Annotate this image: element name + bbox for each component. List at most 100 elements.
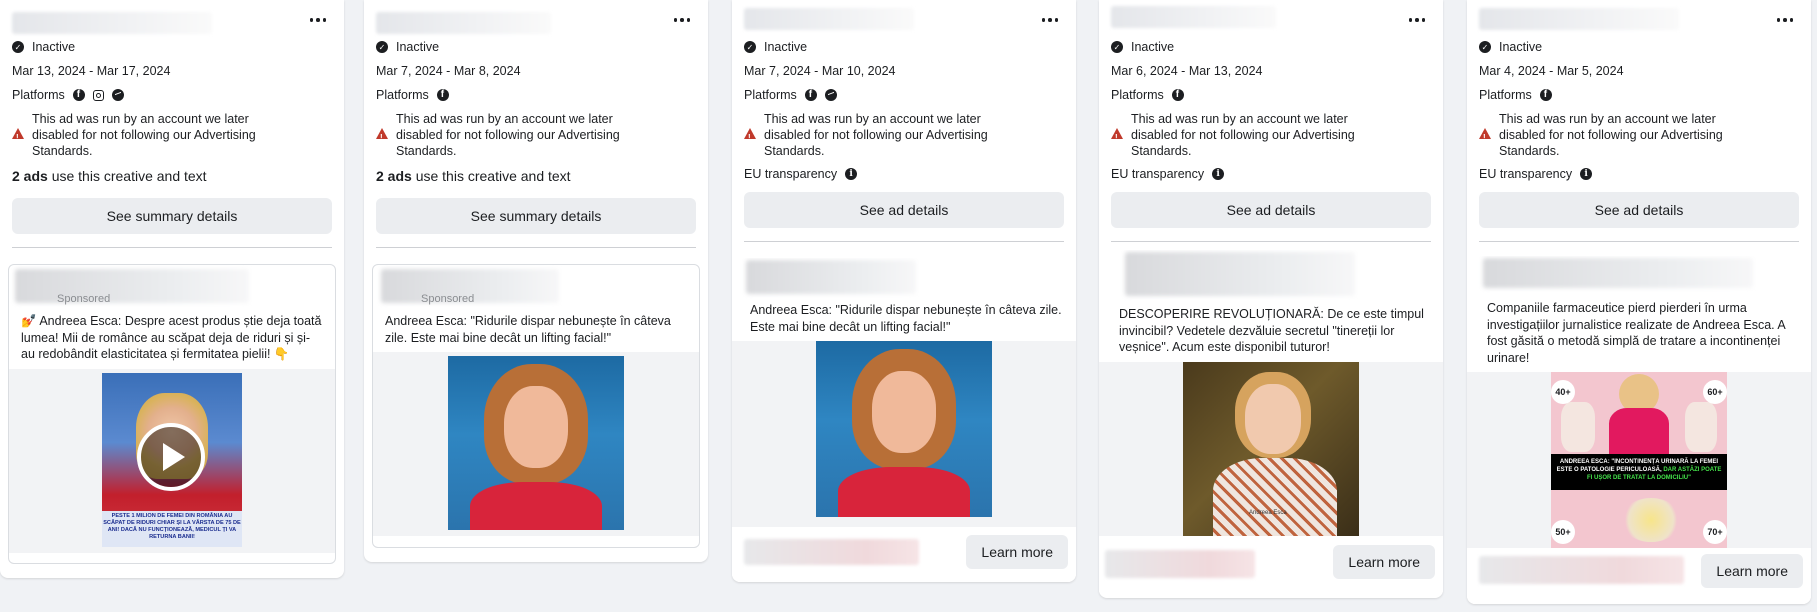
warning-icon xyxy=(376,128,388,146)
status-row: ✓ Inactive xyxy=(1099,38,1443,56)
blurred-page-identity xyxy=(15,269,249,303)
ad-card-2: ✓ Inactive Mar 7, 2024 - Mar 8, 2024 Pla… xyxy=(364,0,708,562)
platforms-row: Platforms xyxy=(364,86,708,104)
eu-transparency-label: EU transparency xyxy=(1479,167,1573,181)
ad-preview: Sponsored 💅 Andreea Esca: Despre acest p… xyxy=(8,264,336,564)
disabled-account-notice: This ad was run by an account we later d… xyxy=(732,111,1076,159)
preview-header: Sponsored xyxy=(9,265,335,305)
blurred-page-identity xyxy=(1483,258,1753,288)
headline-banner: ANDREEA ESCA: "INCONTINENȚA URINARĂ LA F… xyxy=(1551,454,1727,490)
age-badge: 70+ xyxy=(1703,520,1727,544)
divider xyxy=(1479,241,1799,242)
red-top xyxy=(838,467,970,517)
ad-photo[interactable] xyxy=(816,341,992,517)
info-icon[interactable]: i xyxy=(1580,168,1593,180)
patterned-blouse xyxy=(1213,457,1337,536)
facebook-icon xyxy=(1171,89,1184,101)
inactive-icon: ✓ xyxy=(744,41,756,53)
info-icon[interactable]: i xyxy=(1212,168,1225,180)
platforms-label: Platforms xyxy=(1479,88,1532,102)
figure-left xyxy=(1561,402,1595,452)
more-options-button[interactable] xyxy=(1038,10,1062,30)
run-dates: Mar 7, 2024 - Mar 10, 2024 xyxy=(744,64,896,78)
platforms-label: Platforms xyxy=(376,88,429,102)
ad-preview: Sponsored Andreea Esca: "Ridurile dispar… xyxy=(372,264,700,548)
ads-count-text: use this creative and text xyxy=(411,168,571,184)
sponsored-label: Sponsored xyxy=(57,293,111,305)
learn-more-button[interactable]: Learn more xyxy=(966,535,1068,569)
status-row: ✓ Inactive xyxy=(364,38,708,56)
warning-text: This ad was run by an account we later d… xyxy=(32,112,256,158)
photo-caption: Andreea Esca xyxy=(1249,509,1287,516)
ad-media xyxy=(373,352,699,536)
ad-preview: Companiile farmaceutice pierd pierderi î… xyxy=(1467,256,1811,604)
inactive-icon: ✓ xyxy=(1479,41,1491,53)
platforms-label: Platforms xyxy=(1111,88,1164,102)
eu-transparency-row: EU transparency i xyxy=(1099,165,1443,183)
ad-photo[interactable] xyxy=(448,356,624,530)
see-summary-details-button[interactable]: See summary details xyxy=(12,198,332,234)
ad-body-text: DESCOPERIRE REVOLUȚIONARĂ: De ce este ti… xyxy=(1119,307,1424,354)
facebook-icon xyxy=(1539,89,1552,101)
see-summary-details-button[interactable]: See summary details xyxy=(376,198,696,234)
splash-graphic xyxy=(1621,498,1681,542)
play-button[interactable] xyxy=(137,422,205,491)
inactive-icon: ✓ xyxy=(12,41,24,53)
divider xyxy=(744,241,1064,242)
ad-card-4: ✓ Inactive Mar 6, 2024 - Mar 13, 2024 Pl… xyxy=(1099,0,1443,598)
see-ad-details-button[interactable]: See ad details xyxy=(744,192,1064,228)
blurred-advertiser-name xyxy=(1479,8,1679,30)
platforms-row: Platforms xyxy=(1099,86,1443,104)
video-thumbnail[interactable]: PESTE 1 MILION DE FEMEI DIN ROMÂNIA AU S… xyxy=(102,372,242,547)
learn-more-button[interactable]: Learn more xyxy=(1333,544,1435,579)
ad-body-text: Companiile farmaceutice pierd pierderi î… xyxy=(1487,301,1786,365)
blurred-link-caption xyxy=(744,539,919,565)
eu-transparency-label: EU transparency xyxy=(1111,167,1205,181)
warning-icon xyxy=(1111,128,1123,146)
see-ad-details-button[interactable]: See ad details xyxy=(1479,192,1799,228)
ad-media xyxy=(732,341,1076,527)
age-badge: 60+ xyxy=(1703,380,1727,404)
eu-transparency-row: EU transparency i xyxy=(732,165,1076,183)
blurred-page-identity xyxy=(746,260,916,294)
card-header xyxy=(732,0,1076,36)
card-header xyxy=(364,0,708,36)
platforms-row: Platforms xyxy=(0,86,344,104)
more-options-button[interactable] xyxy=(670,10,694,30)
ad-card-5: ✓ Inactive Mar 4, 2024 - Mar 5, 2024 Pla… xyxy=(1467,0,1811,604)
platforms-label: Platforms xyxy=(12,88,65,102)
messenger-icon xyxy=(111,89,124,101)
warning-icon xyxy=(1479,128,1491,146)
ad-body-text: Andreea Esca: "Ridurile dispar nebunește… xyxy=(750,303,1062,334)
more-options-button[interactable] xyxy=(1773,10,1797,30)
learn-more-button[interactable]: Learn more xyxy=(1701,554,1803,588)
card-header xyxy=(1099,0,1443,36)
preview-header xyxy=(1099,250,1443,298)
run-dates: Mar 6, 2024 - Mar 13, 2024 xyxy=(1111,64,1263,78)
status-row: ✓ Inactive xyxy=(732,38,1076,56)
run-dates: Mar 7, 2024 - Mar 8, 2024 xyxy=(376,64,521,78)
card-header xyxy=(0,0,344,36)
ad-photo[interactable]: Andreea Esca xyxy=(1183,361,1359,536)
instagram-icon xyxy=(92,89,104,101)
red-top xyxy=(470,482,602,530)
sponsored-label: Sponsored xyxy=(421,293,475,305)
preview-header: Sponsored xyxy=(373,265,699,305)
warning-text: This ad was run by an account we later d… xyxy=(764,112,988,158)
inactive-icon: ✓ xyxy=(1111,41,1123,53)
more-options-button[interactable] xyxy=(1405,10,1429,30)
age-badge: 50+ xyxy=(1551,520,1575,544)
ad-preview: Andreea Esca: "Ridurile dispar nebunește… xyxy=(732,258,1076,582)
info-icon[interactable]: i xyxy=(845,168,858,180)
eu-transparency-label: EU transparency xyxy=(744,167,838,181)
divider xyxy=(12,247,332,248)
more-options-button[interactable] xyxy=(306,10,330,30)
ads-count: 2 ads xyxy=(376,168,412,184)
platforms-row: Platforms xyxy=(732,86,1076,104)
inactive-icon: ✓ xyxy=(376,41,388,53)
see-ad-details-button[interactable]: See ad details xyxy=(1111,192,1431,228)
divider xyxy=(376,247,696,248)
facebook-icon xyxy=(72,89,85,101)
creative-usage: 2 ads use this creative and text xyxy=(0,168,344,188)
ad-photo[interactable]: ANDREEA ESCA: "INCONTINENȚA URINARĂ LA F… xyxy=(1551,372,1727,548)
